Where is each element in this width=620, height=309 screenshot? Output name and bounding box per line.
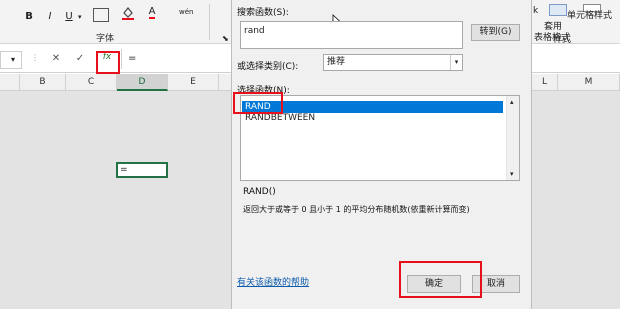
- name-box[interactable]: ▾: [0, 51, 22, 69]
- phonetic-icon[interactable]: wén: [179, 8, 193, 16]
- cancel-icon[interactable]: ✕: [50, 53, 62, 65]
- scrollbar[interactable]: ▴ ▾: [506, 96, 519, 180]
- search-label: 搜索函数(S):: [237, 8, 289, 18]
- category-value: 推荐: [327, 57, 346, 67]
- bold-button[interactable]: B: [23, 9, 35, 25]
- cell-styles-label[interactable]: 单元格样式: [567, 8, 612, 21]
- function-signature: RAND(): [243, 187, 276, 197]
- italic-button[interactable]: I: [44, 9, 56, 25]
- dialog-launcher-icon[interactable]: ⬊: [222, 34, 230, 43]
- category-label: 或选择类别(C):: [237, 62, 299, 72]
- highlight-box-fx: [96, 51, 120, 74]
- scroll-up-icon[interactable]: ▴: [510, 98, 514, 106]
- chevron-down-icon[interactable]: ▾: [78, 14, 84, 21]
- search-input[interactable]: rand: [240, 21, 463, 49]
- formula-content[interactable]: =: [128, 53, 136, 64]
- category-select[interactable]: 推荐 ▾: [323, 54, 463, 71]
- column-header[interactable]: D: [117, 74, 168, 91]
- go-button[interactable]: 转到(G): [471, 24, 520, 41]
- dots-icon: ⋮: [31, 53, 39, 62]
- column-header[interactable]: L: [532, 74, 558, 91]
- enter-icon[interactable]: ✓: [74, 53, 86, 65]
- font-color-icon[interactable]: A: [146, 6, 158, 20]
- chevron-down-icon[interactable]: ▾: [450, 55, 462, 70]
- column-header[interactable]: B: [20, 74, 66, 91]
- table-icon[interactable]: [549, 4, 567, 16]
- fill-color-icon[interactable]: [122, 6, 134, 20]
- active-cell[interactable]: =: [116, 162, 168, 178]
- borders-icon[interactable]: [93, 8, 109, 22]
- corner-cell[interactable]: [0, 74, 20, 91]
- column-header[interactable]: C: [66, 74, 117, 91]
- column-header[interactable]: M: [558, 74, 620, 91]
- function-description: 返回大于或等于 0 且小于 1 的平均分布随机数(依重新计算而变): [243, 205, 470, 214]
- scroll-down-icon[interactable]: ▾: [510, 170, 514, 178]
- highlight-box-ok: [399, 261, 482, 298]
- underline-button[interactable]: U: [63, 9, 75, 25]
- chevron-down-icon[interactable]: ▾: [11, 55, 15, 64]
- styles-group-label: 样式: [553, 35, 572, 45]
- highlight-box-rand: [233, 92, 283, 114]
- ribbon-fragment: k: [533, 6, 539, 16]
- font-group-label: 字体: [96, 34, 115, 44]
- help-link[interactable]: 有关该函数的帮助: [237, 275, 309, 288]
- insert-function-dialog: 搜索函数(S): rand 转到(G) 或选择类别(C): 推荐 ▾ 选择函数(…: [231, 0, 532, 309]
- column-header[interactable]: E: [168, 74, 219, 91]
